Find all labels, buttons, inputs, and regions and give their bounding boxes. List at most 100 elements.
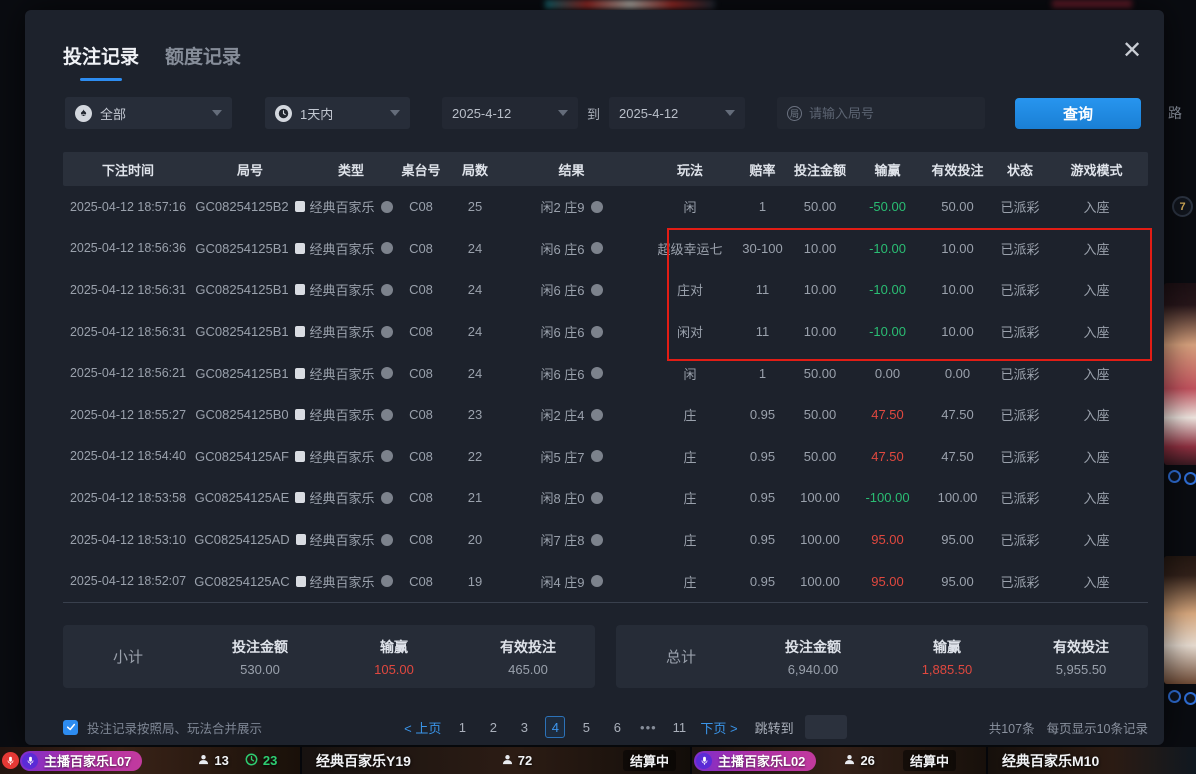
- info-icon[interactable]: [591, 242, 603, 254]
- video-tile[interactable]: 主播百家乐L071323: [0, 747, 300, 774]
- page-button-5[interactable]: 5: [576, 716, 596, 738]
- next-page-button[interactable]: 下页 >: [700, 718, 737, 737]
- info-icon[interactable]: [381, 326, 393, 338]
- cell-text: 95.00: [941, 574, 974, 589]
- cell-text: 0.95: [750, 407, 775, 422]
- cell-text: 50.00: [804, 199, 837, 214]
- info-icon[interactable]: [381, 284, 393, 296]
- info-icon[interactable]: [591, 450, 603, 462]
- info-icon[interactable]: [381, 201, 393, 213]
- background-video-thumb: [1164, 283, 1196, 465]
- table-row: 2025-04-12 18:53:58GC08254125AE经典百家乐C082…: [63, 477, 1148, 519]
- cell-status: 已派彩: [995, 405, 1045, 424]
- cell-odds: 1: [740, 366, 785, 381]
- cell-winloss: 95.00: [855, 574, 920, 589]
- cell-type: 经典百家乐: [307, 447, 395, 466]
- column-header-type: 类型: [307, 160, 395, 179]
- bet-chip-icon: [1184, 692, 1196, 705]
- info-icon[interactable]: [381, 242, 393, 254]
- copy-icon[interactable]: [295, 243, 305, 254]
- cell-text: GC08254125AE: [195, 490, 290, 505]
- tab-betting-records[interactable]: 投注记录: [63, 42, 139, 81]
- info-icon[interactable]: [591, 284, 603, 296]
- viewer-number: 26: [860, 753, 874, 768]
- jump-page-input[interactable]: [805, 715, 847, 739]
- info-icon[interactable]: [591, 326, 603, 338]
- cell-text: 50.00: [941, 199, 974, 214]
- video-tile[interactable]: 主播百家乐L0226结算中: [690, 747, 986, 774]
- cell-bet: 100.00: [785, 532, 855, 547]
- copy-icon[interactable]: [296, 576, 306, 587]
- cell-winloss: 95.00: [855, 532, 920, 547]
- page-button-2[interactable]: 2: [483, 716, 503, 738]
- cell-text: 23: [468, 407, 482, 422]
- cell-winloss: 0.00: [855, 366, 920, 381]
- copy-icon[interactable]: [295, 409, 305, 420]
- info-icon[interactable]: [591, 367, 603, 379]
- info-icon[interactable]: [381, 575, 393, 587]
- game-type-dropdown[interactable]: ♠ 全部: [65, 97, 232, 129]
- cell-result: 闲2 庄4: [503, 405, 640, 424]
- info-icon[interactable]: [381, 450, 393, 462]
- info-icon[interactable]: [591, 201, 603, 213]
- cell-text: 2025-04-12 18:55:27: [70, 408, 186, 422]
- cell-game_no: GC08254125AD: [193, 532, 307, 547]
- date-from-select[interactable]: 2025-4-12: [442, 97, 578, 129]
- info-icon[interactable]: [591, 409, 603, 421]
- cell-text: 30-100: [742, 241, 782, 256]
- cell-text: 1: [759, 199, 766, 214]
- cell-text: 24: [468, 366, 482, 381]
- cell-game_no: GC08254125AE: [193, 490, 307, 505]
- video-tile[interactable]: 经典百家乐M10: [986, 747, 1196, 774]
- page-button-1[interactable]: 1: [452, 716, 472, 738]
- date-to-select[interactable]: 2025-4-12: [609, 97, 745, 129]
- close-icon[interactable]: ✕: [1116, 34, 1148, 66]
- cell-text: 经典百家乐: [309, 530, 374, 549]
- cell-table_no: C08: [395, 241, 447, 256]
- cell-text: 闲6 庄6: [540, 280, 584, 299]
- cell-text: 24: [468, 282, 482, 297]
- copy-icon[interactable]: [295, 326, 305, 337]
- info-icon[interactable]: [381, 409, 393, 421]
- page-button-6[interactable]: 6: [607, 716, 627, 738]
- modal-tabs: 投注记录 额度记录: [63, 42, 241, 81]
- copy-icon[interactable]: [295, 201, 305, 212]
- merge-checkbox[interactable]: [63, 720, 78, 735]
- chevron-down-icon: [212, 110, 222, 116]
- cell-time: 2025-04-12 18:57:16: [63, 200, 193, 214]
- search-input[interactable]: [809, 106, 959, 121]
- page-button-11[interactable]: 11: [669, 716, 689, 738]
- info-icon[interactable]: [381, 534, 393, 546]
- cell-time: 2025-04-12 18:56:36: [63, 241, 193, 255]
- cell-text: 0.95: [750, 490, 775, 505]
- column-header-valid: 有效投注: [920, 160, 995, 179]
- cell-text: 已派彩: [1000, 239, 1039, 258]
- info-icon[interactable]: [381, 367, 393, 379]
- info-icon[interactable]: [591, 575, 603, 587]
- copy-icon[interactable]: [295, 284, 305, 295]
- copy-icon[interactable]: [295, 368, 305, 379]
- info-icon[interactable]: [591, 534, 603, 546]
- cell-text: 入座: [1083, 572, 1109, 591]
- page-button-3[interactable]: 3: [514, 716, 534, 738]
- table-row: 2025-04-12 18:53:10GC08254125AD经典百家乐C082…: [63, 519, 1148, 561]
- cell-text: 21: [468, 490, 482, 505]
- copy-icon[interactable]: [295, 492, 305, 503]
- info-icon[interactable]: [591, 492, 603, 504]
- cell-text: 庄对: [677, 280, 703, 299]
- copy-icon[interactable]: [296, 534, 306, 545]
- page-button-4[interactable]: 4: [545, 716, 565, 738]
- tab-quota-records[interactable]: 额度记录: [165, 42, 241, 81]
- query-button[interactable]: 查询: [1015, 98, 1141, 129]
- cell-bet: 100.00: [785, 490, 855, 505]
- time-range-dropdown[interactable]: 1天内: [265, 97, 410, 129]
- prev-page-button[interactable]: < 上页: [404, 718, 441, 737]
- chip-icon: 7: [1172, 196, 1193, 217]
- copy-icon[interactable]: [295, 451, 305, 462]
- cell-text: 经典百家乐: [309, 364, 374, 383]
- cell-text: C08: [409, 241, 433, 256]
- info-icon[interactable]: [381, 492, 393, 504]
- time-range-value: 1天内: [300, 104, 333, 123]
- cell-text: GC08254125B0: [195, 407, 288, 422]
- video-tile[interactable]: 经典百家乐Y1972结算中: [300, 747, 690, 774]
